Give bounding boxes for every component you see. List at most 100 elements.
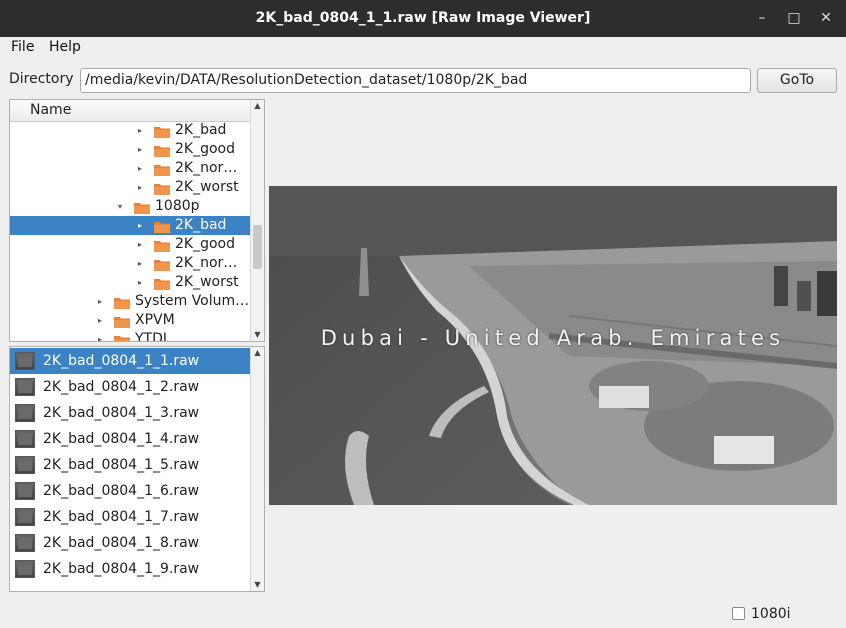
tree-item[interactable]: ▸ 2K_nor… [10,254,251,273]
expand-arrow-icon[interactable]: ▸ [135,121,145,140]
raw-image-file-icon [15,482,35,500]
image-viewer: Dubai - United Arab. Emirates [269,186,837,505]
tree-item-label: 2K_bad [175,122,227,138]
tree-item-label: System Volum… [135,293,250,309]
tree-item[interactable]: ▾ 1080p [10,197,251,216]
tree-item-label: 2K_worst [175,274,239,290]
tree-header[interactable]: Name [10,100,251,122]
expand-arrow-icon[interactable]: ▸ [135,140,145,159]
folder-icon [114,296,130,309]
raw-image-file-icon [15,404,35,422]
folder-icon [154,258,170,271]
file-name: 2K_bad_0804_1_3.raw [43,405,200,421]
expand-arrow-icon[interactable]: ▸ [135,235,145,254]
interlace-checkbox[interactable] [732,607,745,620]
file-list-scrollbar[interactable]: ▲ ▼ [250,347,264,591]
folder-icon [114,334,130,341]
raw-image-file-icon [15,534,35,552]
tree-scrollbar[interactable]: ▲ ▼ [250,100,264,341]
expand-arrow-icon[interactable]: ▸ [95,311,105,330]
scroll-down-icon[interactable]: ▼ [251,329,264,341]
folder-icon [154,144,170,157]
tree-item[interactable]: ▸ 2K_worst [10,178,251,197]
file-name: 2K_bad_0804_1_2.raw [43,379,200,395]
tree-item[interactable]: ▸ System Volum… [10,292,251,311]
scroll-up-icon[interactable]: ▲ [251,100,264,112]
tree-item-label: YTDL [135,331,171,342]
tree-item-label: 2K_nor… [175,160,238,176]
file-name: 2K_bad_0804_1_6.raw [43,483,200,499]
file-list-item[interactable]: 2K_bad_0804_1_2.raw [10,374,251,400]
file-name: 2K_bad_0804_1_8.raw [43,535,200,551]
goto-button[interactable]: GoTo [757,68,837,93]
expand-arrow-icon[interactable]: ▸ [95,292,105,311]
image-caption: Dubai - United Arab. Emirates [320,326,786,350]
menu-help[interactable]: Help [49,39,81,55]
tree-item-label: 2K_good [175,141,235,157]
raw-image-file-icon [15,508,35,526]
file-list-item[interactable]: 2K_bad_0804_1_6.raw [10,478,251,504]
tree-item[interactable]: ▸ 2K_nor… [10,159,251,178]
expand-arrow-icon[interactable]: ▸ [95,330,105,341]
expand-arrow-icon[interactable]: ▸ [135,159,145,178]
tree-header-name: Name [30,102,72,118]
tree-item[interactable]: ▸ 2K_bad [10,121,251,140]
file-list-item[interactable]: 2K_bad_0804_1_5.raw [10,452,251,478]
file-list-item[interactable]: 2K_bad_0804_1_7.raw [10,504,251,530]
folder-icon [154,277,170,290]
file-name: 2K_bad_0804_1_7.raw [43,509,200,525]
tree-scroll-thumb[interactable] [253,225,262,269]
maximize-button[interactable]: □ [784,8,804,28]
expand-arrow-icon[interactable]: ▸ [135,178,145,197]
close-button[interactable]: ✕ [816,8,836,28]
folder-icon [154,239,170,252]
file-list-item[interactable]: 2K_bad_0804_1_3.raw [10,400,251,426]
folder-icon [154,182,170,195]
folder-icon [114,315,130,328]
tree-item-label: 2K_bad [175,217,227,233]
window-titlebar: 2K_bad_0804_1_1.raw [Raw Image Viewer] –… [0,0,846,37]
menu-file[interactable]: File [11,39,34,55]
file-list-item[interactable]: 2K_bad_0804_1_8.raw [10,530,251,556]
file-name: 2K_bad_0804_1_4.raw [43,431,200,447]
folder-icon [154,220,170,233]
window-title: 2K_bad_0804_1_1.raw [Raw Image Viewer] [255,10,591,26]
tree-item-label: 2K_nor… [175,255,238,271]
raw-image-file-icon [15,560,35,578]
raw-image-file-icon [15,352,35,370]
folder-icon [154,163,170,176]
file-list-item[interactable]: 2K_bad_0804_1_4.raw [10,426,251,452]
file-list-item[interactable]: 2K_bad_0804_1_1.raw [10,348,251,374]
tree-item-label: 2K_worst [175,179,239,195]
folder-tree[interactable]: Name ▸ 2K_bad ▸ 2K_good ▸ 2K_nor… ▸ 2K_worst ▾ 10… [9,99,265,342]
file-list-item[interactable]: 2K_bad_0804_1_9.raw [10,556,251,582]
tree-item[interactable]: ▸ 2K_good [10,235,251,254]
menu-bar: File Help [0,37,846,59]
directory-label: Directory [9,71,74,87]
folder-icon [154,125,170,138]
scroll-up-icon[interactable]: ▲ [251,347,264,359]
expand-arrow-icon[interactable]: ▸ [135,254,145,273]
file-list[interactable]: 2K_bad_0804_1_1.raw 2K_bad_0804_1_2.raw 2K… [9,346,265,592]
interlace-label: 1080i [751,606,791,622]
file-name: 2K_bad_0804_1_9.raw [43,561,200,577]
tree-item-label: XPVM [135,312,175,328]
directory-input[interactable]: /media/kevin/DATA/ResolutionDetection_da… [80,68,751,93]
tree-item[interactable]: ▸ 2K_worst [10,273,251,292]
expand-arrow-icon[interactable]: ▸ [135,273,145,292]
expand-arrow-icon[interactable]: ▸ [135,216,145,235]
tree-item[interactable]: ▸ XPVM [10,311,251,330]
raw-image-file-icon [15,430,35,448]
tree-item[interactable]: ▸ YTDL [10,330,251,342]
raw-image-file-icon [15,456,35,474]
tree-item[interactable]: ▸ 2K_bad [10,216,251,235]
file-name: 2K_bad_0804_1_1.raw [43,353,200,369]
scroll-down-icon[interactable]: ▼ [251,579,264,591]
folder-icon [134,201,150,214]
tree-item-label: 2K_good [175,236,235,252]
collapse-arrow-icon[interactable]: ▾ [115,197,125,216]
minimize-button[interactable]: – [752,8,772,28]
tree-item[interactable]: ▸ 2K_good [10,140,251,159]
tree-item-label: 1080p [155,198,200,214]
file-name: 2K_bad_0804_1_5.raw [43,457,200,473]
